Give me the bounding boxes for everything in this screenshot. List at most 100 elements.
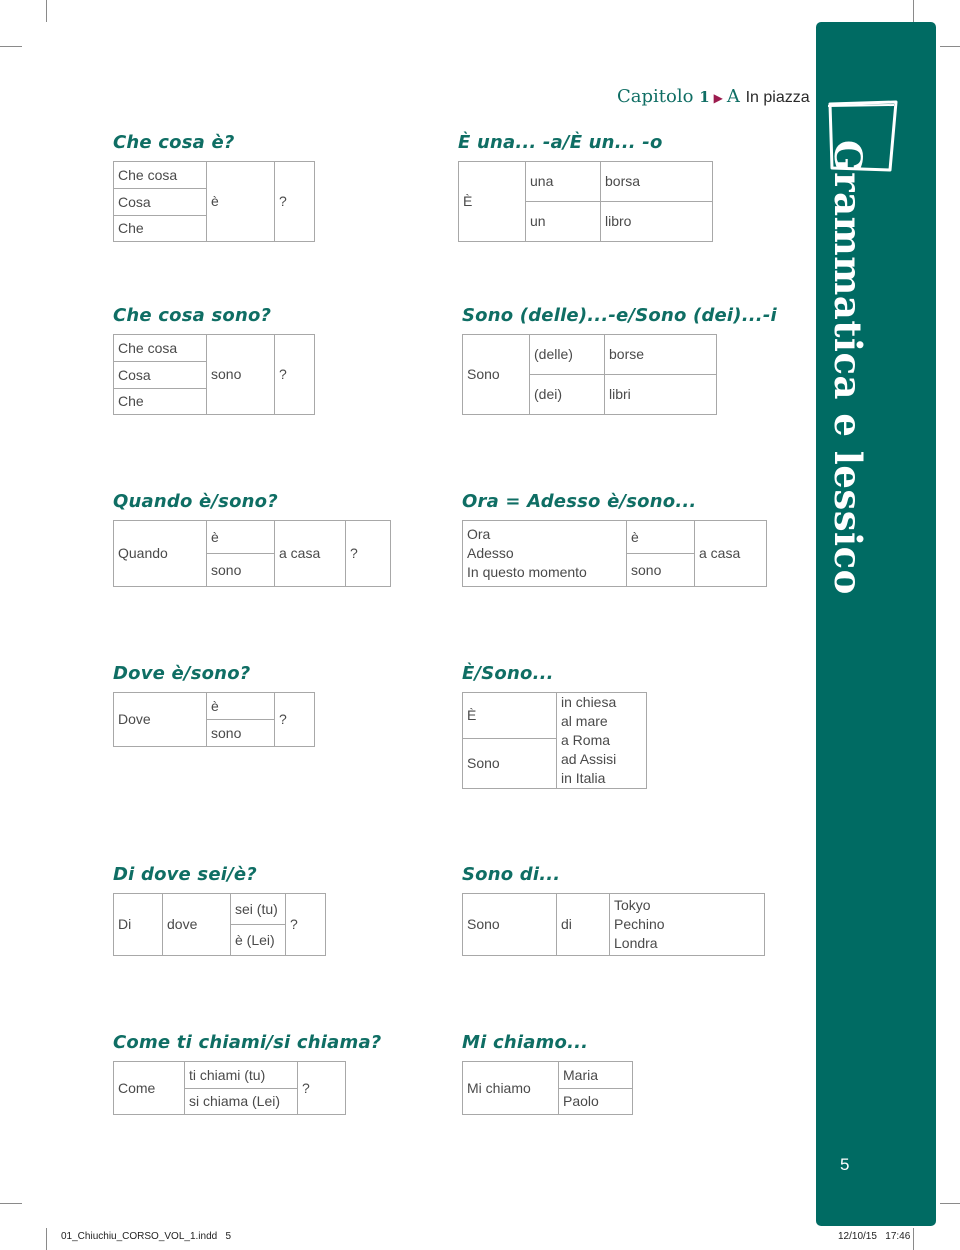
- grammar-table: Quando è a casa? sono: [113, 520, 391, 587]
- cell-line: ad Assisi: [561, 751, 617, 767]
- table-cell: Dove: [113, 692, 207, 747]
- table-cell: sono: [206, 719, 275, 747]
- cell-line: Adesso: [467, 545, 514, 561]
- table-cell: in chiesa al mare a Roma ad Assisi in It…: [556, 692, 647, 789]
- table-cell: Sono: [462, 893, 557, 956]
- table-cell: ?: [297, 1061, 346, 1115]
- cell-line: Pechino: [614, 916, 665, 932]
- table-cell: Che cosa: [113, 334, 207, 362]
- table-cell: Cosa: [113, 361, 207, 389]
- section-title: In piazza: [745, 89, 810, 106]
- table-cell: Quando: [113, 520, 207, 587]
- cell-line: in Italia: [561, 770, 606, 786]
- table-cell: sei (tu): [230, 893, 286, 925]
- cell-line: al mare: [561, 713, 608, 729]
- table-cell: Mi chiamo: [462, 1061, 559, 1115]
- table-cell: borsa: [600, 161, 713, 202]
- grammar-table: Sono di Tokyo Pechino Londra: [462, 893, 765, 956]
- table-cell: Sono: [462, 334, 530, 415]
- table-cell: è: [206, 520, 275, 554]
- table-cell: dove: [162, 893, 231, 956]
- table-cell: libri: [604, 374, 717, 415]
- grammar-table: Di dove sei (tu)? è (Lei): [113, 893, 326, 956]
- cell-line: Tokyo: [614, 897, 651, 913]
- grammar-table: Sono (delle) borse (dei) libri: [462, 334, 717, 415]
- table-cell: sono: [626, 553, 695, 587]
- grammar-table: Ora Adesso In questo momento èa casa son…: [462, 520, 767, 587]
- table-cell: a casa: [274, 520, 346, 587]
- table-cell: (dei): [529, 374, 605, 415]
- section-heading: Di dove sei/è?: [113, 864, 257, 885]
- table-cell: è: [626, 520, 695, 554]
- cell-line: In questo momento: [467, 564, 587, 580]
- crop-mark: [46, 1228, 47, 1250]
- section-heading: Mi chiamo...: [462, 1032, 589, 1053]
- crop-mark: [46, 0, 47, 22]
- table-cell: a casa: [694, 520, 767, 587]
- cell-line: Ora: [467, 526, 491, 542]
- table-cell: Sono: [462, 738, 557, 789]
- table-cell: borse: [604, 334, 717, 375]
- section-heading: Che cosa sono?: [113, 305, 272, 326]
- table-cell: Cosa: [113, 188, 207, 216]
- section-letter: A: [726, 86, 740, 107]
- grammar-table: Èuna borsa un libro: [458, 161, 713, 242]
- table-cell: ti chiami (tu): [184, 1061, 298, 1089]
- section-heading: Sono di...: [462, 864, 561, 885]
- chapter-breadcrumb: Capitolo 1 ▶ A In piazza: [617, 86, 810, 107]
- table-cell: ?: [274, 161, 315, 242]
- grammar-table: Che cosa sono? Cosa Che: [113, 334, 315, 415]
- table-cell: è: [206, 161, 275, 242]
- table-cell: ?: [345, 520, 391, 587]
- table-cell: È: [458, 161, 526, 242]
- table-cell: è: [206, 692, 275, 720]
- cell-line: a Roma: [561, 732, 611, 748]
- table-cell: ?: [274, 334, 315, 415]
- grammar-table: Come ti chiami (tu)? si chiama (Lei): [113, 1061, 346, 1115]
- grammar-table: Mi chiamo Maria Paolo: [462, 1061, 633, 1115]
- crop-mark: [913, 0, 914, 22]
- section-heading: Ora = Adesso è/sono...: [462, 491, 697, 512]
- cell-line: Londra: [614, 935, 658, 951]
- table-cell: È: [462, 691, 557, 740]
- table-cell: si chiama (Lei): [184, 1088, 298, 1115]
- crop-mark: [940, 46, 960, 47]
- table-cell: sono: [206, 553, 275, 587]
- section-heading: Che cosa è?: [113, 132, 235, 153]
- table-cell: Di: [113, 893, 163, 956]
- table-cell: sono: [206, 334, 275, 415]
- section-heading: È una... -a/È un... -o: [458, 132, 663, 153]
- grammar-table: È in chiesa al mare a Roma ad Assisi in …: [462, 691, 647, 789]
- table-cell: Paolo: [558, 1088, 633, 1115]
- triangle-right-icon: ▶: [713, 91, 723, 105]
- table-cell: Come: [113, 1061, 185, 1115]
- page-number: 5: [840, 1155, 850, 1174]
- grammar-table: Che cosa è? Cosa Che: [113, 161, 315, 242]
- table-cell: ?: [285, 893, 326, 956]
- crop-mark: [0, 46, 22, 47]
- crop-mark: [940, 1203, 960, 1204]
- table-cell: è (Lei): [230, 924, 286, 956]
- cell-line: in chiesa: [561, 694, 617, 710]
- crop-mark: [913, 1228, 914, 1250]
- table-cell: un: [525, 201, 601, 242]
- table-cell: Che cosa: [113, 161, 207, 189]
- table-cell: di: [556, 893, 610, 956]
- table-cell: libro: [600, 201, 713, 242]
- table-cell: ?: [274, 692, 315, 747]
- table-cell: una: [525, 161, 601, 202]
- grammar-table: Dove è? sono: [113, 692, 315, 747]
- section-heading: È/Sono...: [462, 663, 554, 684]
- crop-mark: [0, 1203, 22, 1204]
- table-cell: Tokyo Pechino Londra: [609, 893, 765, 956]
- sidebar-title: Grammatica e lessico: [826, 140, 870, 595]
- section-heading: Quando è/sono?: [113, 491, 278, 512]
- table-cell: Ora Adesso In questo momento: [462, 520, 627, 587]
- table-cell: (delle): [529, 334, 605, 375]
- section-heading: Sono (delle)...-e/Sono (dei)...-i: [462, 305, 777, 326]
- section-heading: Come ti chiami/si chiama?: [113, 1032, 382, 1053]
- footer-file: 01_Chiuchiu_CORSO_VOL_1.indd 5: [61, 1231, 232, 1242]
- table-cell: Maria: [558, 1061, 633, 1089]
- table-cell: Che: [113, 388, 207, 415]
- chapter-number: 1: [699, 88, 710, 106]
